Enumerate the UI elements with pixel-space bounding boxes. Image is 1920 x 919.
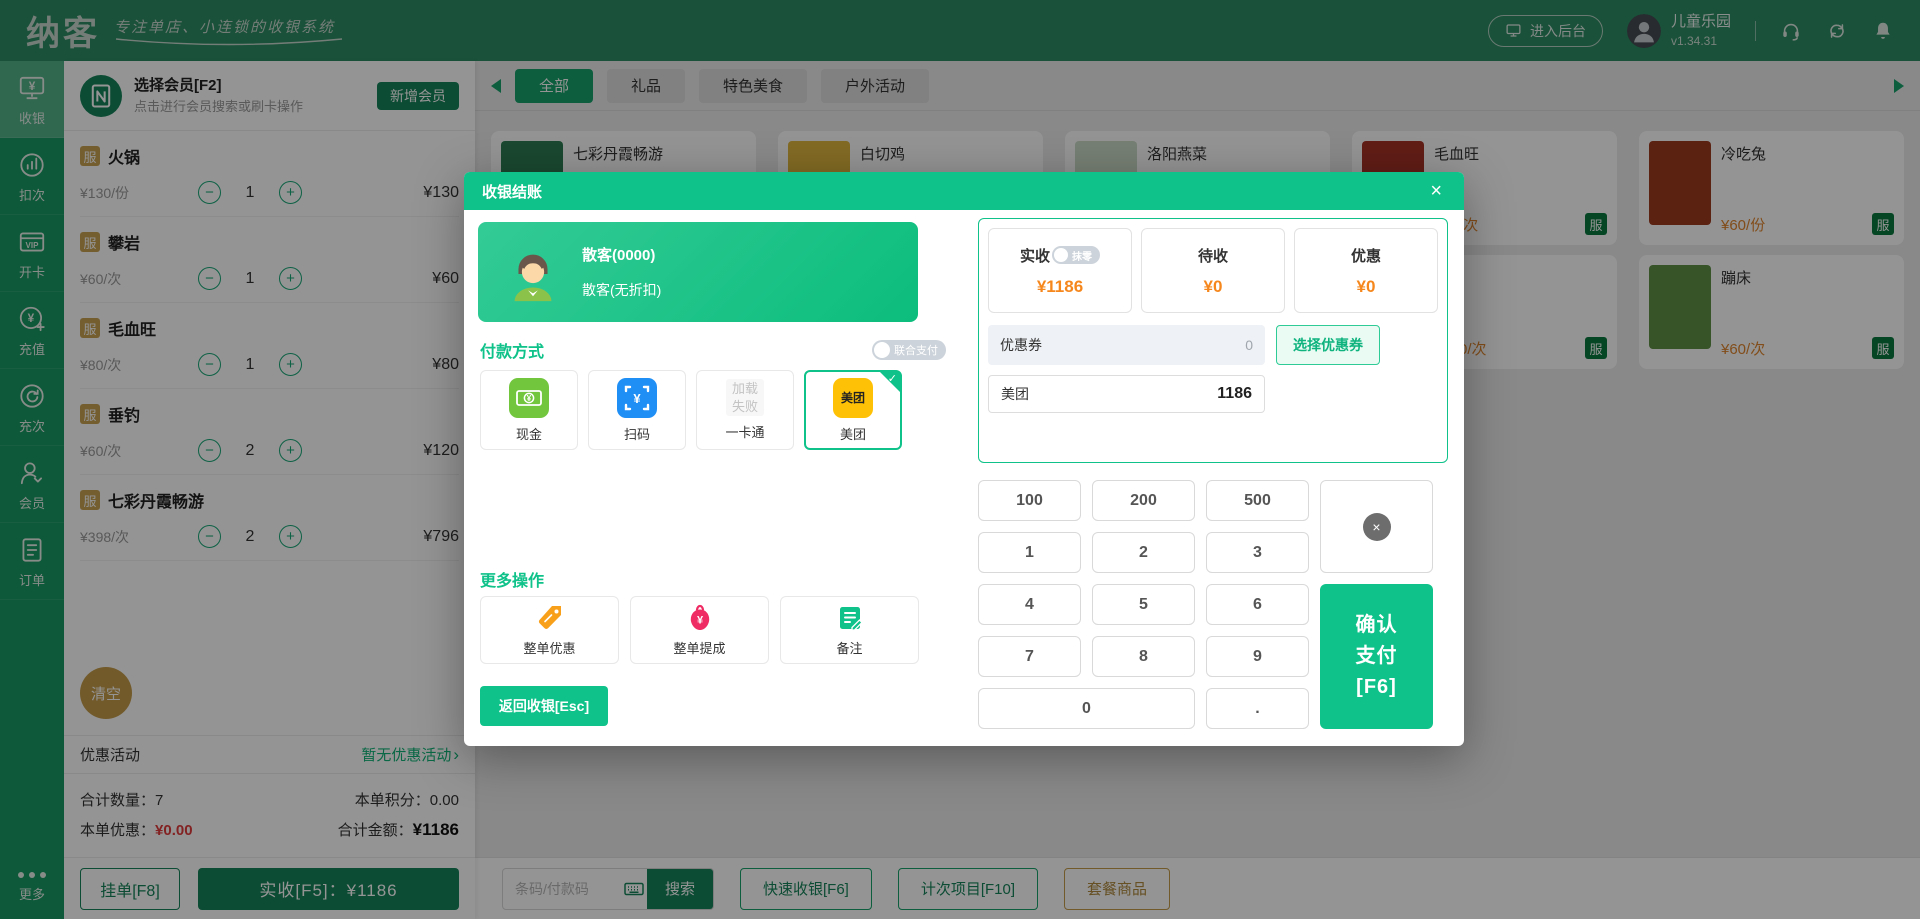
stat-card-1: 待收 ¥0 [1141, 228, 1285, 313]
coupon-field[interactable]: 优惠券 0 [988, 325, 1265, 365]
action-2[interactable]: 备注 [780, 596, 919, 664]
svg-text:¥: ¥ [633, 391, 641, 406]
stat-value: ¥0 [1203, 276, 1223, 296]
checkout-modal: 收银结账 × 散客(0000) 散客(无折扣) 付款方式 联合支付 ¥ 现金 ¥… [464, 172, 1464, 746]
payment-method-2[interactable]: 加载 失败 一卡通 [696, 370, 794, 450]
combine-pay-toggle[interactable]: 联合支付 [872, 340, 946, 360]
numpad-keys: 100 200 500 1 2 3 4 5 6 7 8 9 0. [978, 480, 1309, 729]
numpad-key-7[interactable]: 7 [978, 636, 1081, 677]
note-icon [835, 603, 865, 633]
numpad-key-3[interactable]: 3 [1206, 532, 1309, 573]
meituan-amount-field[interactable]: 美团 1186 [988, 375, 1265, 413]
customer-name: 散客(0000) [582, 247, 656, 264]
payment-method-label: 一卡通 [725, 425, 765, 441]
toggle-knob [874, 342, 890, 358]
meituan-amount-value: 1186 [1217, 385, 1252, 402]
numpad-key-0[interactable]: 0 [978, 688, 1195, 729]
numpad-key-9[interactable]: 9 [1206, 636, 1309, 677]
customer-avatar [502, 241, 564, 303]
backspace-icon: × [1362, 512, 1391, 541]
payment-method-label: 付款方式 [480, 344, 545, 361]
action-0[interactable]: 整单优惠 [480, 596, 619, 664]
customer-card[interactable]: 散客(0000) 散客(无折扣) [478, 222, 918, 322]
coupon-count: 0 [1245, 337, 1253, 353]
close-icon[interactable]: × [1430, 181, 1442, 201]
more-actions-label: 更多操作 [480, 573, 545, 590]
numpad: 100 200 500 1 2 3 4 5 6 7 8 9 0. × 确认 支付 [F6] [978, 480, 1433, 729]
confirm-pay-button[interactable]: 确认 支付 [F6] [1320, 584, 1433, 729]
numpad-key-1[interactable]: 1 [978, 532, 1081, 573]
numpad-key-100[interactable]: 100 [978, 480, 1081, 521]
payment-method-0[interactable]: ¥ 现金 [480, 370, 578, 450]
numpad-key-4[interactable]: 4 [978, 584, 1081, 625]
meituan-icon: 美团 [833, 377, 873, 418]
more-actions: 整单优惠 ¥ 整单提成 备注 [480, 596, 919, 664]
back-to-cashier-button[interactable]: 返回收银[Esc] [480, 686, 608, 726]
modal-title: 收银结账 [482, 183, 543, 201]
stat-card-0: 实收 抹零 ¥1186 [988, 228, 1132, 313]
customer-level: 散客(无折扣) [582, 282, 662, 298]
commission-bag-icon: ¥ [685, 603, 715, 633]
scan-icon: ¥ [617, 377, 657, 418]
select-coupon-button[interactable]: 选择优惠券 [1276, 325, 1380, 365]
payment-method-label: 扫码 [623, 426, 650, 442]
payment-methods: ¥ 现金 ¥ 扫码 加载 失败 一卡通 美团 美团 [480, 370, 902, 450]
cash-icon: ¥ [509, 377, 549, 418]
payment-stats: 实收 抹零 ¥1186 待收 ¥0 优惠 ¥0 [988, 228, 1438, 313]
modal-header: 收银结账 × [464, 172, 1464, 210]
discount-tag-icon [535, 603, 565, 633]
payment-method-label: 现金 [515, 426, 542, 442]
backspace-key[interactable]: × [1320, 480, 1433, 573]
svg-text:¥: ¥ [527, 394, 532, 403]
stat-value: ¥1186 [1036, 276, 1084, 296]
round-off-toggle[interactable]: 抹零 [1052, 246, 1100, 264]
payment-panel: 实收 抹零 ¥1186 待收 ¥0 优惠 ¥0 优惠券 0 选择优惠券 美团 1… [978, 218, 1448, 463]
numpad-key-200[interactable]: 200 [1092, 480, 1195, 521]
numpad-key-2[interactable]: 2 [1092, 532, 1195, 573]
numpad-key-6[interactable]: 6 [1206, 584, 1309, 625]
payment-method-label: 美团 [839, 426, 866, 442]
numpad-key-5[interactable]: 5 [1092, 584, 1195, 625]
stat-value: ¥0 [1356, 276, 1376, 296]
coupon-label: 优惠券 [1000, 337, 1042, 353]
load-failed-text: 加载 失败 [725, 378, 764, 417]
svg-text:¥: ¥ [696, 615, 703, 627]
numpad-key-.[interactable]: . [1206, 688, 1309, 729]
payment-method-1[interactable]: ¥ 扫码 [588, 370, 686, 450]
payment-method-3[interactable]: 美团 美团 [804, 370, 902, 450]
meituan-amount-label: 美团 [1001, 386, 1029, 402]
stat-card-2: 优惠 ¥0 [1294, 228, 1438, 313]
action-1[interactable]: ¥ 整单提成 [630, 596, 769, 664]
numpad-key-8[interactable]: 8 [1092, 636, 1195, 677]
numpad-key-500[interactable]: 500 [1206, 480, 1309, 521]
